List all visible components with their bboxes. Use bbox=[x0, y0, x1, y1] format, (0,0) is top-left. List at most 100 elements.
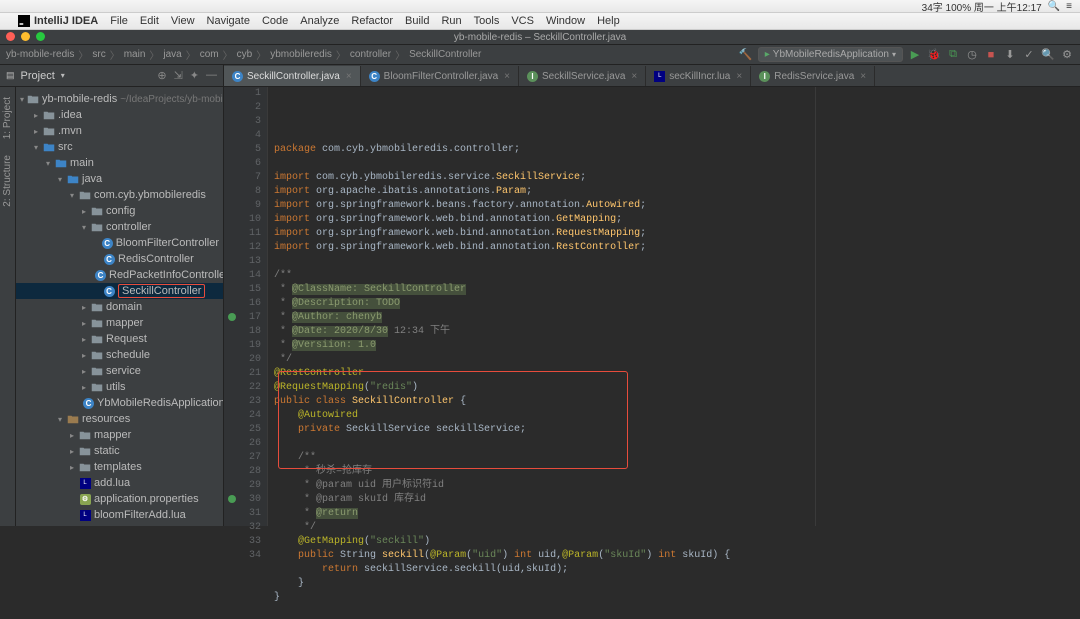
profiler-icon[interactable]: ◷ bbox=[965, 48, 979, 62]
tree-item-SeckillController[interactable]: CSeckillController bbox=[16, 283, 223, 299]
tree-item-.mvn[interactable]: ▸.mvn bbox=[16, 123, 223, 139]
tree-item-service[interactable]: ▸service bbox=[16, 363, 223, 379]
code-line-10[interactable]: /** bbox=[274, 269, 1080, 283]
breadcrumb[interactable]: yb-mobile-redis〉src〉main〉java〉com〉cyb〉yb… bbox=[6, 47, 481, 62]
menu-run[interactable]: Run bbox=[441, 15, 461, 27]
hide-icon[interactable]: — bbox=[206, 69, 217, 82]
coverage-icon[interactable]: ⧉ bbox=[946, 48, 960, 62]
crumb-item[interactable]: src bbox=[92, 49, 105, 60]
side-tab-project[interactable]: 1: Project bbox=[1, 91, 14, 145]
traffic-lights[interactable] bbox=[6, 32, 45, 41]
code-line-9[interactable] bbox=[274, 255, 1080, 269]
menu-tools[interactable]: Tools bbox=[474, 15, 500, 27]
tree-item-mapper[interactable]: ▸mapper bbox=[16, 427, 223, 443]
run-icon[interactable]: ▶ bbox=[908, 48, 922, 62]
menu-icon[interactable]: ≡ bbox=[1066, 1, 1072, 12]
tree-item-mapper[interactable]: ▸mapper bbox=[16, 315, 223, 331]
tab-RedisService.java[interactable]: IRedisService.java× bbox=[751, 66, 875, 86]
tree-item-config[interactable]: ▸config bbox=[16, 203, 223, 219]
code-line-28[interactable]: */ bbox=[274, 521, 1080, 535]
code-line-2[interactable] bbox=[274, 157, 1080, 171]
select-target-icon[interactable]: ⊕ bbox=[157, 69, 166, 82]
code-line-1[interactable]: package com.cyb.ybmobileredis.controller… bbox=[274, 143, 1080, 157]
stop-icon[interactable]: ■ bbox=[984, 48, 998, 62]
code-line-17[interactable]: @RestController bbox=[274, 367, 1080, 381]
close-icon[interactable]: × bbox=[631, 71, 637, 82]
menu-build[interactable]: Build bbox=[405, 15, 429, 27]
code-line-12[interactable]: * @Description: TODO bbox=[274, 297, 1080, 311]
menu-navigate[interactable]: Navigate bbox=[207, 15, 250, 27]
code-line-25[interactable]: * @param uid 用户标识符id bbox=[274, 479, 1080, 493]
tree-item-templates[interactable]: ▸templates bbox=[16, 459, 223, 475]
tab-secKillIncr.lua[interactable]: LsecKillIncr.lua× bbox=[646, 66, 751, 86]
side-tab-structure[interactable]: 2: Structure bbox=[1, 149, 14, 213]
menu-view[interactable]: View bbox=[171, 15, 195, 27]
tree-item-utils[interactable]: ▸utils bbox=[16, 379, 223, 395]
code-line-6[interactable]: import org.springframework.web.bind.anno… bbox=[274, 213, 1080, 227]
crumb-item[interactable]: java bbox=[163, 49, 181, 60]
close-icon[interactable]: × bbox=[504, 71, 510, 82]
menu-file[interactable]: File bbox=[110, 15, 128, 27]
crumb-item[interactable]: main bbox=[124, 49, 146, 60]
code-line-29[interactable]: @GetMapping("seckill") bbox=[274, 535, 1080, 549]
menu-refactor[interactable]: Refactor bbox=[351, 15, 393, 27]
code-line-15[interactable]: * @Versiion: 1.0 bbox=[274, 339, 1080, 353]
code-area[interactable]: package com.cyb.ybmobileredis.controller… bbox=[268, 87, 1080, 526]
code-line-19[interactable]: public class SeckillController { bbox=[274, 395, 1080, 409]
code-line-32[interactable]: } bbox=[274, 577, 1080, 591]
code-line-16[interactable]: */ bbox=[274, 353, 1080, 367]
close-icon[interactable]: × bbox=[346, 71, 352, 82]
build-icon[interactable]: 🔨 bbox=[739, 48, 753, 62]
tree-item-java[interactable]: ▾java bbox=[16, 171, 223, 187]
code-line-20[interactable]: @Autowired bbox=[274, 409, 1080, 423]
tree-item-static[interactable]: ▸static bbox=[16, 443, 223, 459]
project-tree[interactable]: ▾yb-mobile-redis ~/IdeaProjects/yb-mobil… bbox=[16, 87, 224, 526]
tab-SeckillService.java[interactable]: ISeckillService.java× bbox=[519, 66, 646, 86]
code-line-13[interactable]: * @Author: chenyb bbox=[274, 311, 1080, 325]
crumb-item[interactable]: SeckillController bbox=[409, 49, 481, 60]
tree-item-main[interactable]: ▾main bbox=[16, 155, 223, 171]
code-line-33[interactable]: } bbox=[274, 591, 1080, 605]
menu-code[interactable]: Code bbox=[262, 15, 288, 27]
menu-window[interactable]: Window bbox=[546, 15, 585, 27]
tree-item-src[interactable]: ▾src bbox=[16, 139, 223, 155]
crumb-item[interactable]: com bbox=[200, 49, 219, 60]
code-line-30[interactable]: public String seckill(@Param("uid") int … bbox=[274, 549, 1080, 563]
code-line-34[interactable] bbox=[274, 605, 1080, 619]
code-line-8[interactable]: import org.springframework.web.bind.anno… bbox=[274, 241, 1080, 255]
menu-analyze[interactable]: Analyze bbox=[300, 15, 339, 27]
crumb-item[interactable]: cyb bbox=[237, 49, 253, 60]
tree-item-com.cyb.ybmobileredis[interactable]: ▾com.cyb.ybmobileredis bbox=[16, 187, 223, 203]
crumb-item[interactable]: controller bbox=[350, 49, 391, 60]
code-line-22[interactable] bbox=[274, 437, 1080, 451]
tree-item-bloomFilterAdd.lua[interactable]: LbloomFilterAdd.lua bbox=[16, 507, 223, 523]
tree-item-Request[interactable]: ▸Request bbox=[16, 331, 223, 347]
tab-BloomFilterController.java[interactable]: CBloomFilterController.java× bbox=[361, 66, 519, 86]
editor[interactable]: 1234567891011121314151617181920212223242… bbox=[224, 87, 1080, 526]
tree-item-RedisController[interactable]: CRedisController bbox=[16, 251, 223, 267]
crumb-item[interactable]: yb-mobile-redis bbox=[6, 49, 74, 60]
code-line-14[interactable]: * @Date: 2020/8/30 12:34 下午 bbox=[274, 325, 1080, 339]
tree-item-controller[interactable]: ▾controller bbox=[16, 219, 223, 235]
menu-edit[interactable]: Edit bbox=[140, 15, 159, 27]
tree-item-RedPacketInfoController[interactable]: CRedPacketInfoController bbox=[16, 267, 223, 283]
expand-icon[interactable]: ⇲ bbox=[174, 69, 183, 82]
code-line-11[interactable]: * @ClassName: SeckillController bbox=[274, 283, 1080, 297]
git-commit-icon[interactable]: ✓ bbox=[1022, 48, 1036, 62]
tree-item-.idea[interactable]: ▸.idea bbox=[16, 107, 223, 123]
code-line-31[interactable]: return seckillService.seckill(uid,skuId)… bbox=[274, 563, 1080, 577]
tree-item-domain[interactable]: ▸domain bbox=[16, 299, 223, 315]
code-line-4[interactable]: import org.apache.ibatis.annotations.Par… bbox=[274, 185, 1080, 199]
settings-icon[interactable]: ⚙ bbox=[1060, 48, 1074, 62]
code-line-26[interactable]: * @param skuId 库存id bbox=[274, 493, 1080, 507]
tree-item-schedule[interactable]: ▸schedule bbox=[16, 347, 223, 363]
git-update-icon[interactable]: ⬇ bbox=[1003, 48, 1017, 62]
gear-icon[interactable]: ✦ bbox=[190, 69, 199, 82]
close-icon[interactable]: × bbox=[860, 71, 866, 82]
tree-item-resources[interactable]: ▾resources bbox=[16, 411, 223, 427]
tree-item-add.lua[interactable]: Ladd.lua bbox=[16, 475, 223, 491]
menu-help[interactable]: Help bbox=[597, 15, 620, 27]
spotlight-icon[interactable]: 🔍 bbox=[1048, 1, 1060, 12]
menu-vcs[interactable]: VCS bbox=[511, 15, 534, 27]
code-line-3[interactable]: import com.cyb.ybmobileredis.service.Sec… bbox=[274, 171, 1080, 185]
